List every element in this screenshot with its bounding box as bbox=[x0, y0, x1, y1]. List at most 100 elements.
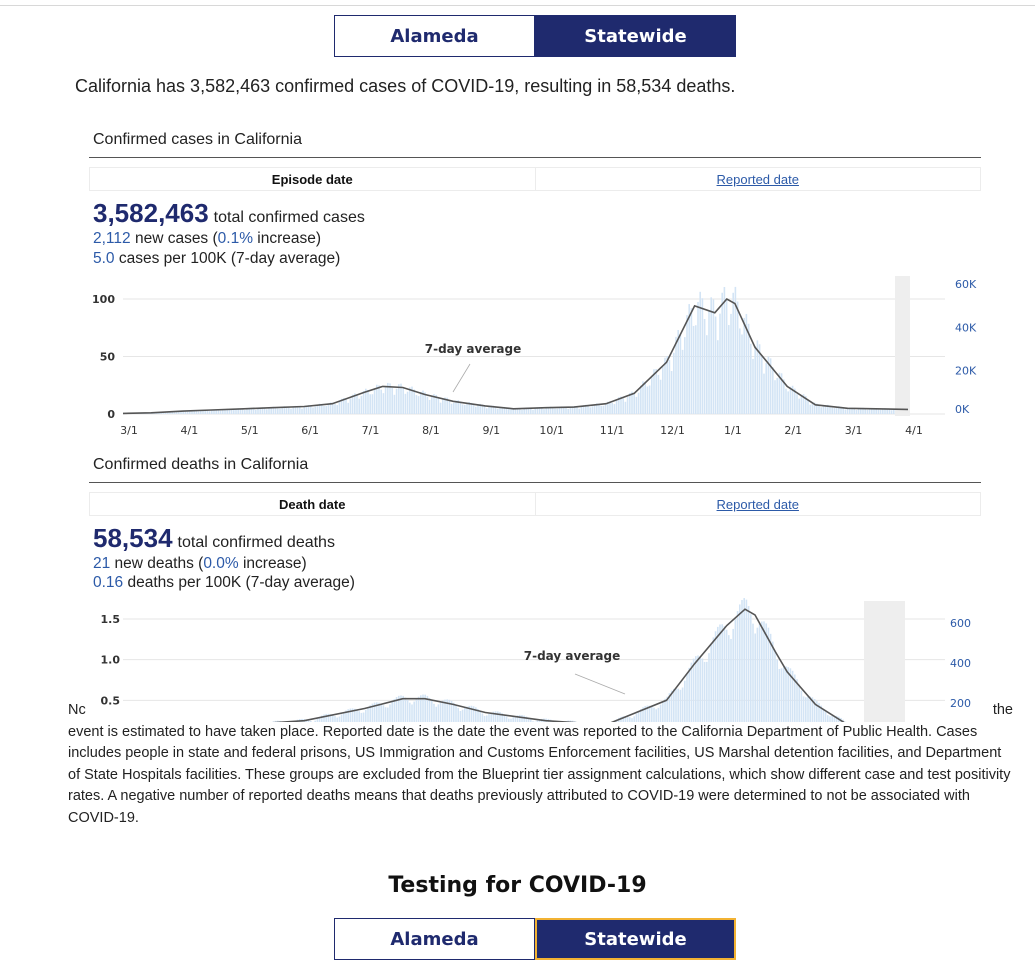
cases-daily-bar bbox=[534, 408, 536, 414]
region-toggle-top: Alameda Statewide bbox=[334, 15, 736, 57]
cases-daily-bar bbox=[602, 405, 605, 414]
cases-daily-bar bbox=[395, 388, 398, 414]
notes-body: event is estimated to have taken place. … bbox=[68, 723, 1011, 826]
cases-daily-bar bbox=[347, 402, 349, 414]
deaths-section-title: Confirmed deaths in California bbox=[93, 456, 309, 473]
cases-daily-bar bbox=[389, 383, 391, 414]
alameda-button[interactable]: Alameda bbox=[334, 15, 535, 57]
notes-paragraph: Nc the event is estimated to have taken … bbox=[68, 700, 1013, 829]
cases-daily-bar bbox=[222, 410, 224, 414]
cases-daily-bar bbox=[651, 375, 653, 414]
cases-daily-bar bbox=[497, 408, 499, 414]
tab-reported-date-deaths[interactable]: Reported date bbox=[536, 493, 981, 515]
cases-daily-bar bbox=[710, 297, 712, 414]
cases-daily-bar bbox=[426, 396, 429, 414]
tab-reported-date[interactable]: Reported date bbox=[536, 168, 981, 190]
cases-daily-bar bbox=[314, 406, 316, 414]
cases-daily-bar bbox=[736, 301, 739, 414]
cases-daily-bar bbox=[697, 301, 699, 414]
cases-daily-bar bbox=[488, 406, 490, 414]
cases-daily-bar bbox=[345, 399, 347, 414]
cases-daily-bar bbox=[879, 409, 882, 414]
deaths-per100k-stat: 0.16 deaths per 100K (7-day average) bbox=[93, 574, 355, 592]
cases-daily-bar bbox=[545, 408, 547, 414]
cases-daily-bar bbox=[659, 379, 662, 414]
cases-daily-bar bbox=[629, 393, 631, 414]
statewide-button-bottom[interactable]: Statewide bbox=[535, 918, 736, 960]
cases-daily-bar bbox=[626, 397, 629, 414]
alameda-button-bottom[interactable]: Alameda bbox=[334, 918, 535, 960]
cases-daily-bar bbox=[338, 401, 341, 414]
cases-daily-bar bbox=[699, 291, 701, 414]
cases-new-stat: 2,112 new cases (0.1% increase) bbox=[93, 230, 321, 248]
cases-daily-bar bbox=[373, 388, 376, 414]
cases-daily-bar bbox=[358, 398, 360, 414]
cases-annotation-label: 7-day average bbox=[425, 342, 521, 356]
deaths-per100k-number: 0.16 bbox=[93, 574, 124, 591]
cases-daily-bar bbox=[450, 403, 453, 414]
deaths-new-pct: 0.0% bbox=[203, 555, 239, 572]
cases-daily-bar bbox=[743, 317, 745, 414]
deaths-y-right-tick: 400 bbox=[950, 657, 971, 670]
cases-daily-bar bbox=[721, 292, 723, 414]
cases-daily-bar bbox=[417, 396, 420, 414]
cases-daily-bar bbox=[288, 407, 290, 414]
cases-daily-bar bbox=[868, 409, 871, 414]
cases-daily-bar bbox=[279, 408, 281, 414]
cases-daily-bar bbox=[499, 408, 501, 414]
cases-daily-bar bbox=[598, 403, 600, 414]
cases-section-rule bbox=[89, 157, 981, 158]
cases-daily-bar bbox=[459, 401, 462, 414]
cases-daily-bar bbox=[431, 395, 433, 414]
cases-x-tick: 11/1 bbox=[600, 424, 625, 437]
cases-daily-bar bbox=[701, 298, 704, 414]
cases-daily-bar bbox=[233, 410, 235, 414]
cases-daily-bar bbox=[679, 334, 682, 414]
cases-daily-bar bbox=[402, 387, 404, 414]
cases-daily-bar bbox=[750, 343, 752, 414]
cases-daily-bar bbox=[349, 398, 352, 414]
cases-daily-bar bbox=[648, 385, 651, 414]
region-toggle-bottom: Alameda Statewide bbox=[334, 918, 736, 960]
cases-x-tick: 3/1 bbox=[120, 424, 138, 437]
cases-daily-bar bbox=[519, 409, 521, 414]
cases-daily-bar bbox=[398, 384, 400, 414]
cases-daily-bar bbox=[668, 360, 671, 414]
cases-daily-bar bbox=[774, 380, 776, 414]
cases-daily-bar bbox=[424, 392, 426, 414]
cases-x-tick: 2/1 bbox=[784, 424, 802, 437]
cases-daily-bar bbox=[783, 379, 785, 414]
cases-daily-bar bbox=[351, 394, 354, 414]
cases-daily-bar bbox=[600, 405, 602, 414]
cases-daily-bar bbox=[809, 404, 811, 414]
cases-section-title: Confirmed cases in California bbox=[93, 131, 302, 148]
cases-daily-bar bbox=[611, 402, 613, 414]
cases-daily-bar bbox=[415, 395, 418, 414]
cases-daily-bar bbox=[530, 408, 532, 414]
deaths-y-left-tick: 1.5 bbox=[101, 613, 121, 626]
summary-text: California has 3,582,463 confirmed cases… bbox=[75, 76, 736, 96]
cases-daily-bar bbox=[257, 408, 259, 414]
cases-daily-bar bbox=[413, 389, 415, 414]
cases-daily-bar bbox=[739, 328, 741, 414]
tab-episode-date[interactable]: Episode date bbox=[90, 168, 536, 190]
cases-daily-bar bbox=[888, 409, 891, 414]
cases-daily-bar bbox=[666, 355, 668, 414]
cases-daily-bar bbox=[589, 407, 591, 414]
testing-section-title: Testing for COVID-19 bbox=[388, 873, 647, 898]
tab-death-date[interactable]: Death date bbox=[90, 493, 536, 515]
cases-daily-bar bbox=[290, 408, 292, 414]
cases-daily-bar bbox=[681, 349, 684, 414]
cases-daily-bar bbox=[796, 394, 798, 414]
cases-daily-bar bbox=[292, 406, 294, 414]
deaths-y-left-tick: 1.0 bbox=[101, 654, 121, 667]
cases-daily-bar bbox=[310, 405, 312, 414]
statewide-button[interactable]: Statewide bbox=[535, 15, 736, 57]
cases-daily-bar bbox=[818, 404, 820, 414]
cases-y-right-tick: 60K bbox=[955, 278, 977, 291]
cases-daily-bar bbox=[371, 394, 374, 414]
cases-new-label: new cases ( bbox=[134, 230, 218, 247]
deaths-total-stat: 58,534 total confirmed deaths bbox=[93, 523, 335, 554]
deaths-new-number: 21 bbox=[93, 555, 111, 572]
cases-daily-bar bbox=[312, 407, 314, 414]
